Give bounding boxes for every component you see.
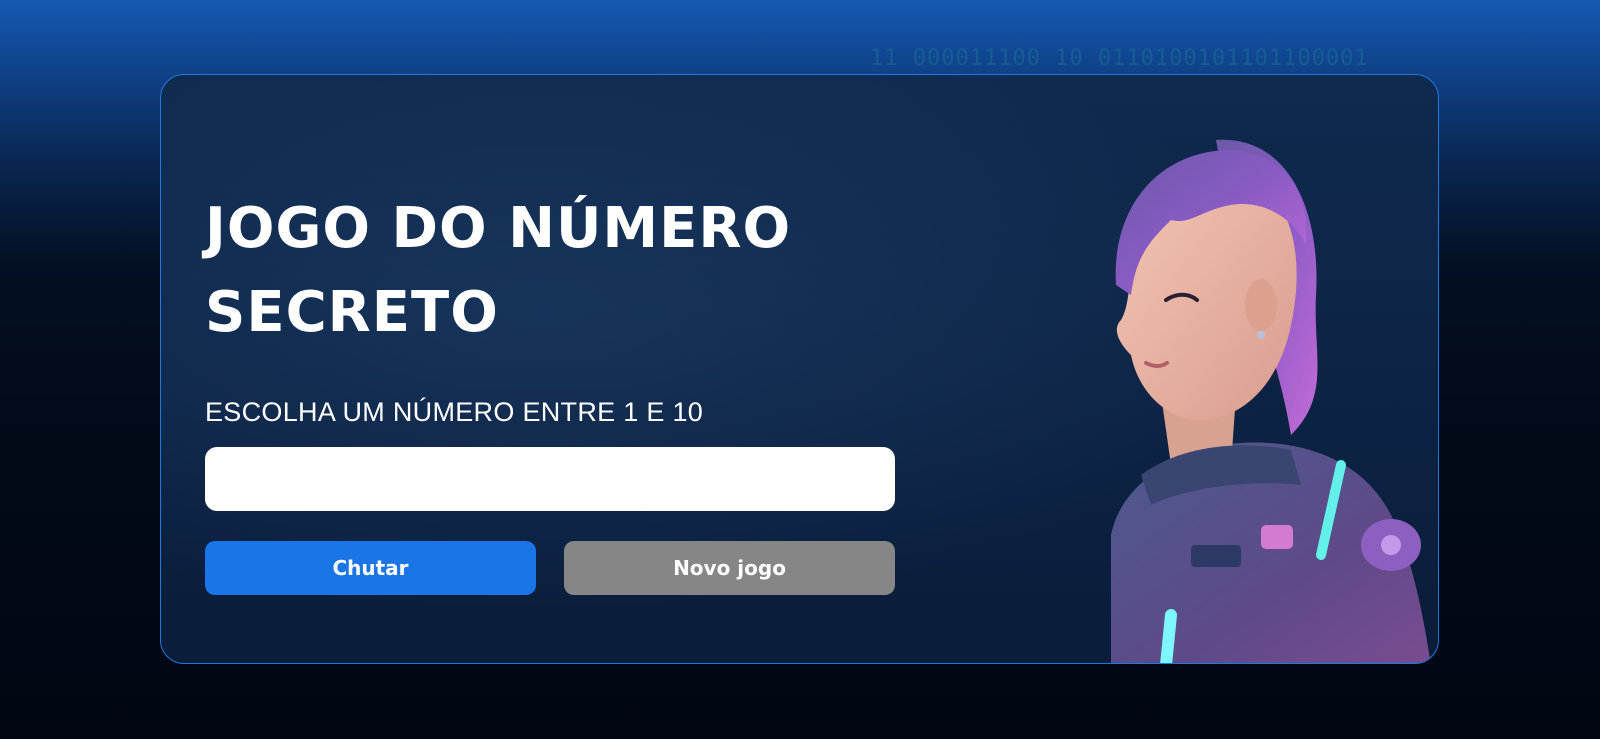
game-title: JOGO DO NÚMERO SECRETO: [205, 196, 792, 345]
guess-input[interactable]: [205, 447, 895, 511]
guess-button[interactable]: Chutar: [205, 541, 536, 595]
game-panel: JOGO DO NÚMERO SECRETO ESCOLHA UM NÚMERO…: [160, 74, 1439, 664]
binary-line: 11 000011100 10 0110100101101100001: [870, 46, 1369, 71]
instructions-label: ESCOLHA UM NÚMERO ENTRE 1 E 10: [205, 397, 704, 427]
character-illustration: [1111, 139, 1431, 663]
new-game-button[interactable]: Novo jogo: [564, 541, 895, 595]
